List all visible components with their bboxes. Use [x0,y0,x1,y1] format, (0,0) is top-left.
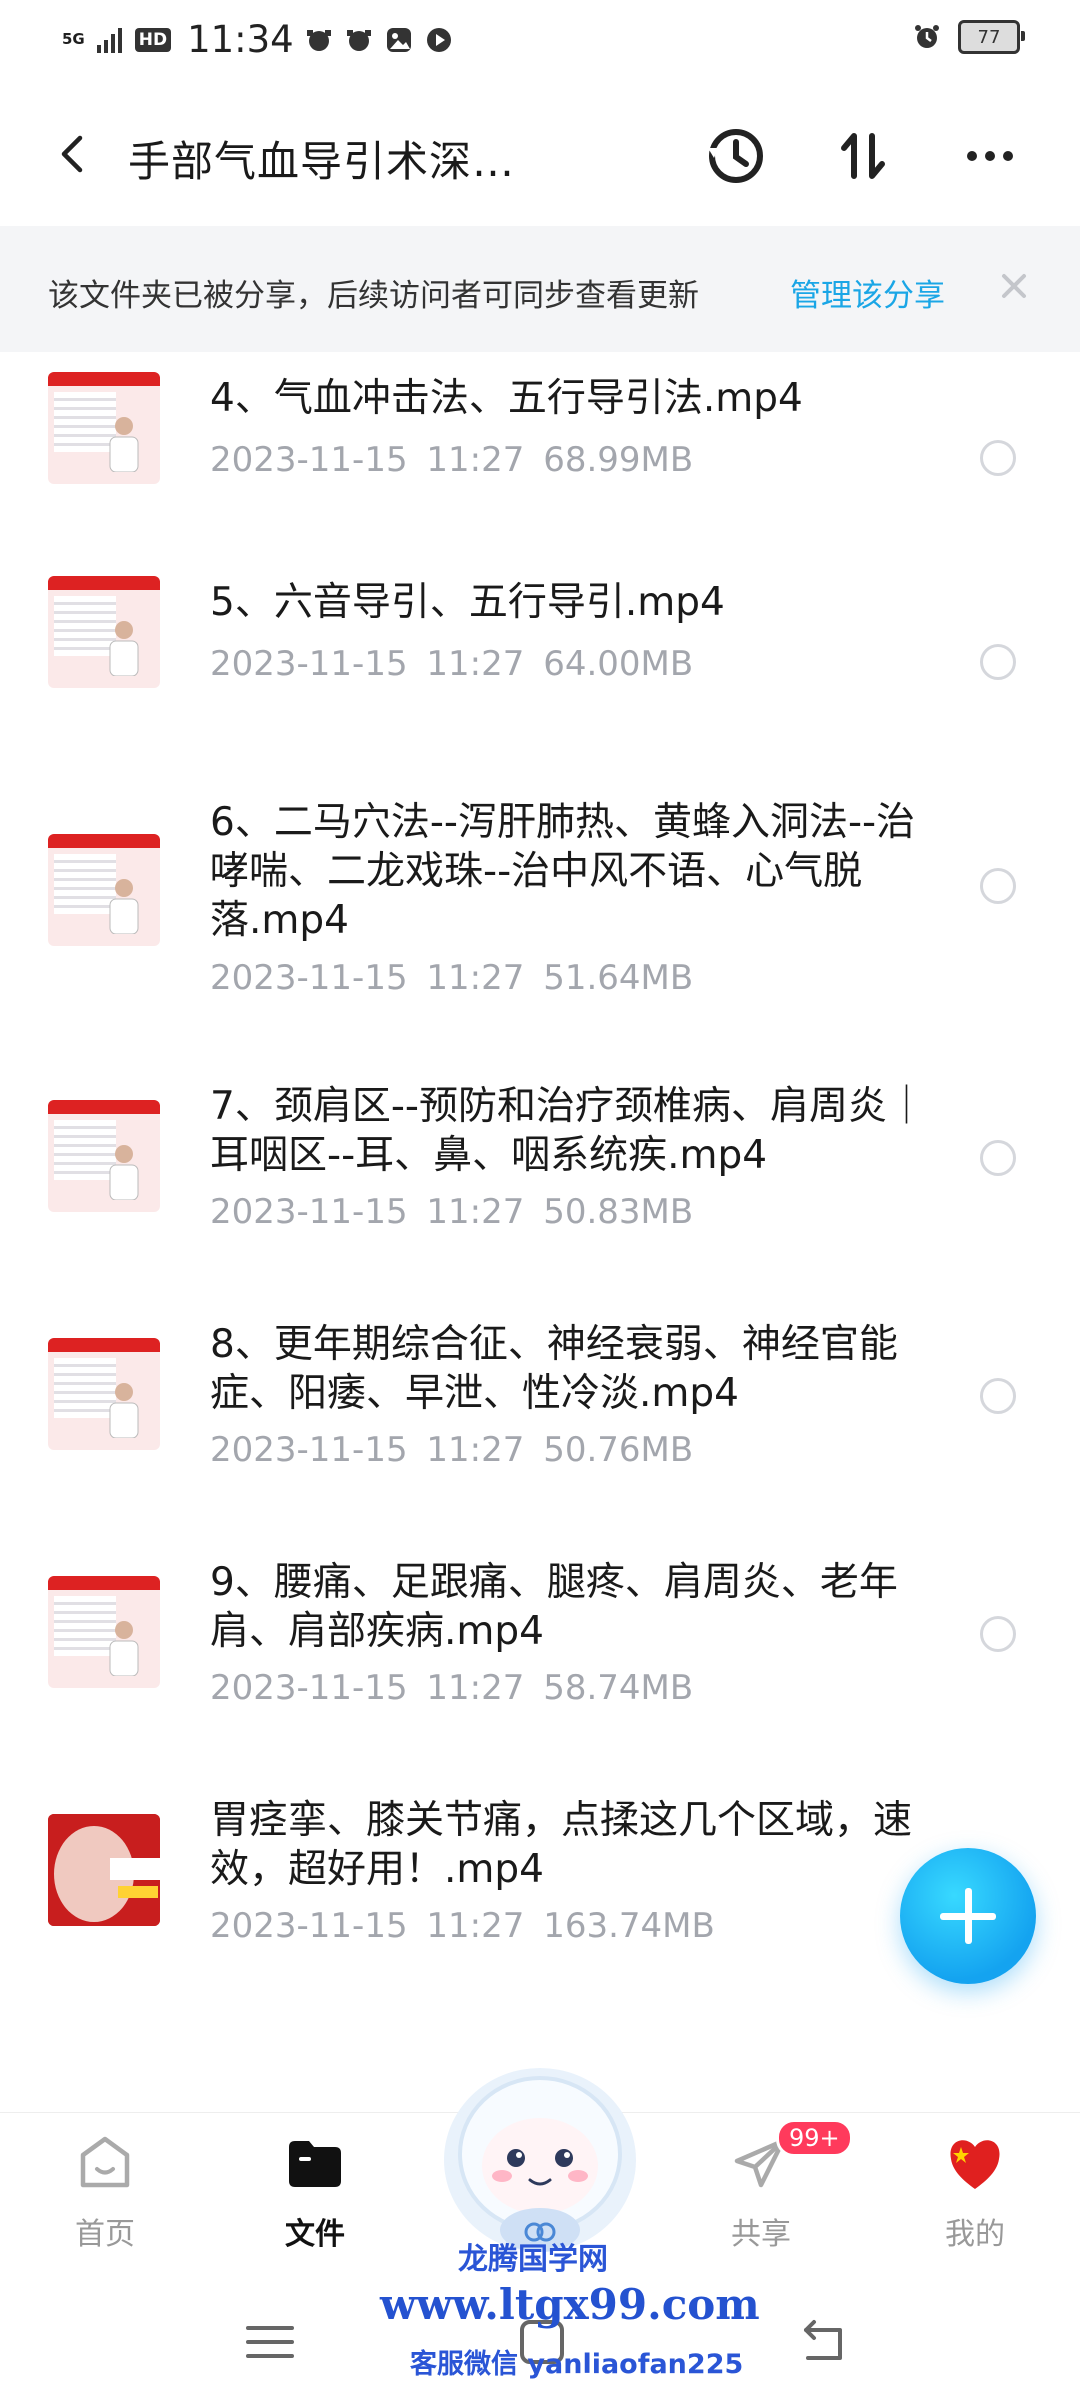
page-title: 手部气血导引术深… [128,137,516,186]
file-time: 11:27 [426,1430,525,1470]
network-indicator: 5G [62,30,85,48]
file-meta: 2023-11-15 11:27 64.00MB [210,644,693,684]
watermark-url: www.ltgx99.com [380,2280,760,2329]
select-radio[interactable] [980,440,1016,476]
file-name: 8、更年期综合征、神经衰弱、神经官能症、阳痿、早泄、性冷淡.mp4 [210,1322,898,1416]
file-date: 2023-11-15 [210,1192,408,1232]
select-radio[interactable] [980,1378,1016,1414]
watermark-title: 龙腾国学网 [458,2242,608,2277]
file-date: 2023-11-15 [210,1430,408,1470]
file-meta: 2023-11-15 11:27 58.74MB [210,1668,693,1708]
select-radio[interactable] [980,868,1016,904]
file-name: 5、六音导引、五行导引.mp4 [210,580,725,625]
nav-home-label: 首页 [75,2217,135,2252]
close-icon[interactable] [996,268,1032,304]
file-size: 68.99MB [543,440,694,480]
hd-badge: HD [134,27,172,52]
file-size: 51.64MB [543,958,694,998]
file-time: 11:27 [426,644,525,684]
file-meta: 2023-11-15 11:27 51.64MB [210,958,693,998]
home-icon [80,2136,130,2188]
file-meta: 2023-11-15 11:27 68.99MB [210,440,693,480]
video-thumbnail [48,834,160,946]
add-button[interactable] [900,1848,1036,1984]
file-name: 7、颈肩区--预防和治疗颈椎病、肩周炎｜耳咽区--耳、鼻、咽系统疾.mp4 [210,1084,926,1178]
share-notice-text: 该文件夹已被分享，后续访问者可同步查看更新 [48,278,699,314]
list-item[interactable]: 8、更年期综合征、神经衰弱、神经官能症、阳痿、早泄、性冷淡.mp4 2023-1… [0,1320,1080,1530]
watermark-contact: 客服微信 yanliaofan225 [410,2349,744,2380]
file-time: 11:27 [426,958,525,998]
select-radio[interactable] [980,644,1016,680]
list-item[interactable]: 4、气血冲击法、五行导引法.mp4 2023-11-15 11:27 68.99… [0,372,1080,572]
list-item[interactable]: 9、腰痛、足跟痛、腿疼、肩周炎、老年肩、肩部疾病.mp4 2023-11-15 … [0,1558,1080,1768]
back-arrow-icon[interactable] [48,128,100,180]
menu-icon[interactable] [242,2314,298,2370]
file-date: 2023-11-15 [210,1906,408,1946]
file-time: 11:27 [426,1668,525,1708]
play-icon [426,27,451,52]
list-item[interactable]: 6、二马穴法--泻肝肺热、黄蜂入洞法--治哮喘、二龙戏珠--治中风不语、心气脱落… [0,798,1080,1058]
file-time: 11:27 [426,1192,525,1232]
video-thumbnail [48,576,160,688]
mascot-center-button[interactable] [430,2054,650,2254]
file-name: 胃痉挛、膝关节痛，点揉这几个区域，速效，超好用！.mp4 [210,1798,913,1892]
file-time: 11:27 [426,440,525,480]
share-badge: 99+ [776,2119,853,2157]
status-left: 5G HD 11:34 [62,18,454,61]
alarm-icon [915,25,939,48]
file-meta: 2023-11-15 11:27 163.74MB [210,1906,715,1946]
avatar [950,2140,1000,2189]
file-name: 9、腰痛、足跟痛、腿疼、肩周炎、老年肩、肩部疾病.mp4 [210,1560,898,1654]
video-thumbnail [48,1338,160,1450]
file-name: 6、二马穴法--泻肝肺热、黄蜂入洞法--治哮喘、二龙戏珠--治中风不语、心气脱落… [210,800,916,943]
status-bar: 5G HD 11:34 77 [0,0,1080,84]
cow-app-icon [306,29,331,51]
title-bar: 手部气血导引术深… [0,100,1080,210]
file-date: 2023-11-15 [210,1668,408,1708]
file-date: 2023-11-15 [210,958,408,998]
nav-files-label: 文件 [285,2217,345,2252]
file-date: 2023-11-15 [210,440,408,480]
video-thumbnail [48,1814,160,1926]
select-radio[interactable] [980,1140,1016,1176]
file-date: 2023-11-15 [210,644,408,684]
gallery-icon [386,27,411,52]
folder-icon [289,2141,341,2187]
video-thumbnail [48,1576,160,1688]
nav-share-label: 共享 [731,2217,791,2252]
file-size: 50.76MB [543,1430,694,1470]
history-icon[interactable] [704,124,768,188]
battery-level: 77 [977,26,1001,48]
file-size: 64.00MB [543,644,694,684]
video-thumbnail [48,1100,160,1212]
sort-icon[interactable] [832,124,896,188]
file-name: 4、气血冲击法、五行导引法.mp4 [210,376,803,421]
file-meta: 2023-11-15 11:27 50.76MB [210,1430,693,1470]
file-meta: 2023-11-15 11:27 50.83MB [210,1192,693,1232]
select-radio[interactable] [980,1616,1016,1652]
signal-icon [96,27,122,53]
clock: 11:34 [187,18,294,61]
file-size: 163.74MB [543,1906,715,1946]
list-item[interactable]: 5、六音导引、五行导引.mp4 2023-11-15 11:27 64.00MB [0,576,1080,776]
status-right: 77 [912,20,1025,54]
manage-share-link[interactable]: 管理该分享 [790,270,945,315]
cow-app-icon [346,29,371,51]
more-options-icon[interactable] [958,124,1022,188]
list-item[interactable]: 7、颈肩区--预防和治疗颈椎病、肩周炎｜耳咽区--耳、鼻、咽系统疾.mp4 20… [0,1082,1080,1292]
back-icon[interactable] [796,2314,852,2370]
video-thumbnail [48,372,160,484]
battery-indicator: 77 [958,20,1025,54]
file-size: 50.83MB [543,1192,694,1232]
file-time: 11:27 [426,1906,525,1946]
share-notice-bar: 该文件夹已被分享，后续访问者可同步查看更新 管理该分享 [0,226,1080,352]
file-size: 58.74MB [543,1668,694,1708]
nav-me-label: 我的 [945,2217,1005,2252]
